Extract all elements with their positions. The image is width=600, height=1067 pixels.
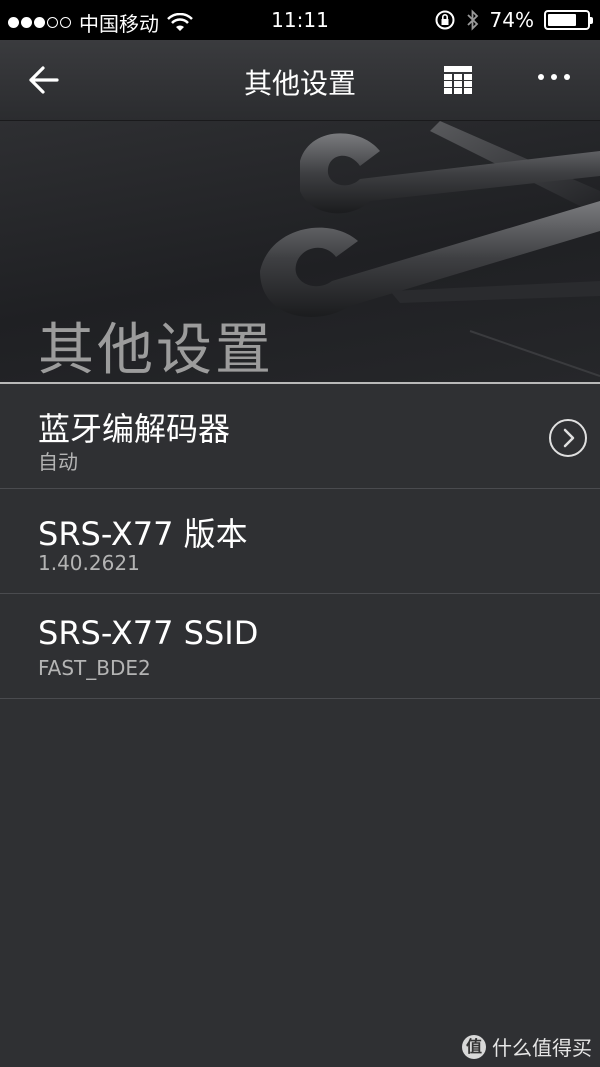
- watermark-logo-icon: 值: [462, 1034, 486, 1059]
- item-subtitle: 1.40.2621: [38, 551, 140, 575]
- wrench-illustration-icon: [260, 121, 600, 377]
- battery-level: [548, 14, 577, 26]
- watermark: 值 什么值得买: [462, 1032, 592, 1061]
- more-dot-icon: [564, 74, 570, 80]
- nav-bar: 其他设置: [0, 40, 600, 121]
- grid-menu-button[interactable]: [444, 66, 472, 94]
- watermark-text: 什么值得买: [492, 1036, 592, 1060]
- list-item-bluetooth-codec[interactable]: 蓝牙编解码器 自动: [0, 384, 600, 489]
- list-item-version: SRS-X77 版本 1.40.2621: [0, 489, 600, 594]
- status-right: 74%: [434, 8, 593, 32]
- more-dot-icon: [538, 74, 544, 80]
- hero-title: 其他设置: [38, 318, 274, 383]
- chevron-right-icon[interactable]: [548, 418, 588, 458]
- settings-list: 蓝牙编解码器 自动 SRS-X77 版本 1.40.2621 SRS-X77 S…: [0, 384, 600, 699]
- item-title: 蓝牙编解码器: [38, 410, 231, 448]
- status-bar: 中国移动 11:11 74%: [0, 0, 600, 40]
- list-item-ssid: SRS-X77 SSID FAST_BDE2: [0, 594, 600, 699]
- more-dot-icon: [551, 74, 557, 80]
- item-title: SRS-X77 版本: [38, 515, 248, 553]
- item-subtitle: FAST_BDE2: [38, 656, 151, 680]
- battery-icon: [544, 10, 593, 30]
- item-title: SRS-X77 SSID: [38, 614, 259, 652]
- bluetooth-icon: [466, 9, 478, 31]
- battery-percent: 74%: [489, 8, 534, 32]
- nav-title: 其他设置: [243, 67, 356, 100]
- rotation-lock-icon: [435, 10, 455, 30]
- more-options-button[interactable]: [538, 74, 570, 80]
- item-subtitle: 自动: [38, 450, 78, 474]
- hero-banner: 其他设置: [0, 121, 600, 383]
